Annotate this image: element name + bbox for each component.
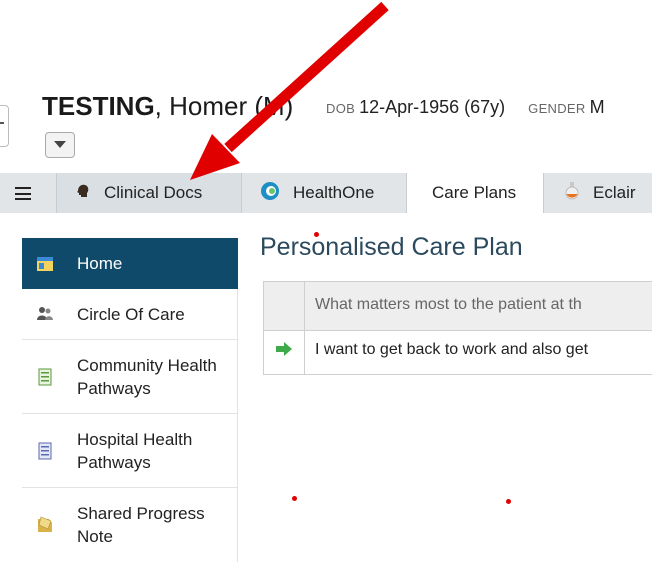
chevron-down-icon <box>54 141 66 148</box>
left-panel-toggle[interactable] <box>0 105 9 147</box>
sidebar-item-community-health-pathways[interactable]: Community Health Pathways <box>22 340 238 414</box>
sidebar-item-label: Hospital Health Pathways <box>77 430 193 472</box>
tab-label: Eclair <box>593 183 636 202</box>
annotation-dot <box>292 496 297 501</box>
tab-healthone[interactable]: HealthOne <box>242 173 406 213</box>
table-column-divider <box>304 282 305 374</box>
annotation-dot <box>506 499 511 504</box>
table-cell: I want to get back to work and also get <box>315 341 589 358</box>
patient-name: TESTING, Homer (M) <box>42 91 293 121</box>
tab-label: HealthOne <box>293 183 375 202</box>
sidebar-item-label: Shared Progress Note <box>77 504 205 546</box>
tab-eclair[interactable]: Eclair <box>544 173 652 213</box>
gender-label: GENDER <box>528 101 586 116</box>
tab-care-plans[interactable]: Care Plans <box>407 173 543 213</box>
patient-demographics: DOB 12-Apr-1956 (67y) GENDER M <box>326 96 605 120</box>
patient-surname: TESTING <box>42 91 155 121</box>
head-icon <box>75 183 91 204</box>
document-blue-icon <box>38 442 52 459</box>
expand-banner-button[interactable] <box>45 132 75 158</box>
sidebar-item-circle-of-care[interactable]: Circle Of Care <box>22 289 238 340</box>
people-icon <box>37 307 53 320</box>
table-header-cell: What matters most to the patient at th <box>315 296 582 313</box>
home-icon <box>37 256 53 271</box>
patient-given-name: , Homer (M) <box>154 91 294 121</box>
tab-label: Care Plans <box>432 183 517 202</box>
sidebar-item-label: Community Health Pathways <box>77 356 217 398</box>
annotation-dot <box>314 232 319 237</box>
care-plan-table: What matters most to the patient at th I… <box>263 281 652 375</box>
sidebar-item-label: Home <box>77 254 123 273</box>
tab-clinical-docs[interactable]: Clinical Docs <box>57 173 241 213</box>
dob-value: 12-Apr-1956 (67y) <box>359 97 506 117</box>
sidebar-item-label: Circle Of Care <box>77 305 185 324</box>
note-icon <box>38 516 52 532</box>
sidebar-item-hospital-health-pathways[interactable]: Hospital Health Pathways <box>22 414 238 488</box>
tab-label: Clinical Docs <box>104 183 203 202</box>
gender-value: M <box>589 97 605 117</box>
dob-label: DOB <box>326 101 356 116</box>
sidebar-item-home[interactable]: Home <box>22 238 238 289</box>
sidebar-item-shared-progress-note[interactable]: Shared Progress Note <box>22 488 238 562</box>
table-header-row: What matters most to the patient at th <box>264 282 652 331</box>
healthone-logo-icon <box>260 181 280 206</box>
arrow-right-icon[interactable] <box>276 342 292 356</box>
page-title: Personalised Care Plan <box>260 233 523 261</box>
flask-icon <box>564 181 580 205</box>
menu-icon[interactable] <box>15 187 31 200</box>
left-panel-toggle-mark <box>0 122 4 124</box>
sidebar: Home Circle Of Care Community Health Pat… <box>22 238 238 562</box>
document-green-icon <box>38 368 52 385</box>
